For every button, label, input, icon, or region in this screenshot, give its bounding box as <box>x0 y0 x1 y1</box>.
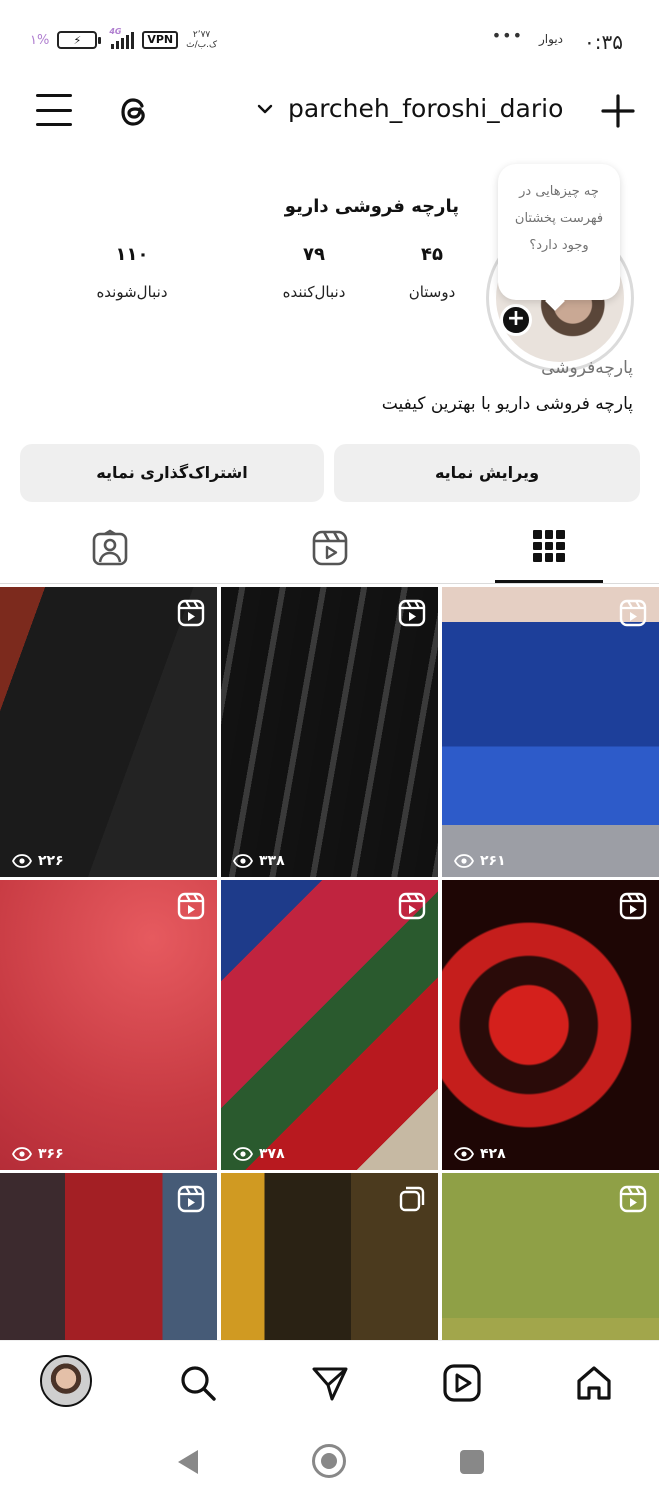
network-label: 4G <box>109 27 122 36</box>
recent-apps-icon[interactable] <box>460 1450 484 1474</box>
account-switcher[interactable]: parcheh_foroshi_dario <box>254 94 563 123</box>
view-count-value: ۲۲۶ <box>38 853 64 869</box>
view-count: ۴۲۸ <box>454 1146 506 1162</box>
plus-icon[interactable] <box>599 92 637 130</box>
post-thumbnail[interactable] <box>0 1173 217 1340</box>
add-story-icon[interactable]: + <box>500 304 532 336</box>
stat-friends[interactable]: ۴۵ دوستان <box>402 244 462 301</box>
hamburger-menu-icon[interactable] <box>36 94 72 126</box>
view-count: ۲۶۱ <box>454 853 506 869</box>
tab-grid[interactable] <box>495 512 603 583</box>
stat-value: ۷۹ <box>303 244 325 265</box>
status-bar: ۱% ⚡ 4G VPN ۲٬۷۷ ک.ب/ث ••• دیوار ۰:۳۵ <box>0 0 659 80</box>
post-thumbnail[interactable] <box>442 1173 659 1340</box>
threads-icon[interactable] <box>114 92 154 132</box>
system-navigation-bar <box>0 1424 659 1500</box>
nav-reels[interactable] <box>438 1359 486 1407</box>
reels-icon <box>312 530 348 566</box>
note-bubble[interactable]: چه چیزهایی در فهرست پخشتان وجود دارد؟ <box>498 164 620 300</box>
home-icon <box>577 1366 611 1400</box>
eye-icon <box>233 854 253 868</box>
post-thumbnail[interactable]: ۴۲۸ <box>442 880 659 1170</box>
notification-app-label: دیوار <box>538 32 563 46</box>
view-count-value: ۳۶۶ <box>38 1146 64 1162</box>
view-count: ۳۶۶ <box>12 1146 64 1162</box>
reels-icon <box>443 1364 481 1402</box>
battery-percent: ۱% <box>30 32 50 48</box>
bottom-nav <box>0 1340 659 1424</box>
post-thumbnail[interactable]: ۳۳۸ <box>221 587 438 877</box>
eye-icon <box>233 1147 253 1161</box>
view-count: ۳۳۸ <box>233 853 285 869</box>
tagged-person-icon <box>92 529 128 566</box>
nav-home[interactable] <box>570 1359 618 1407</box>
post-thumbnail[interactable]: ۳۷۸ <box>221 880 438 1170</box>
status-left: ۱% ⚡ 4G VPN ۲٬۷۷ ک.ب/ث <box>30 27 217 52</box>
reel-badge-icon <box>177 599 205 627</box>
eye-icon <box>12 854 32 868</box>
eye-icon <box>454 854 474 868</box>
stat-label: دنبال‌کننده <box>282 283 346 301</box>
view-count-value: ۴۲۸ <box>480 1146 506 1162</box>
chevron-down-icon <box>257 104 273 113</box>
posts-grid: ۲۲۶ ۳۳۸ ۲۶۱ ۳۶۶ ۳۷۸ ۴۲۸ <box>0 587 659 1340</box>
profile-top-bar: parcheh_foroshi_dario <box>0 80 659 144</box>
carousel-badge-icon <box>399 1186 425 1212</box>
profile-username: parcheh_foroshi_dario <box>288 94 564 123</box>
profile-tabs <box>0 512 659 584</box>
post-thumbnail[interactable]: ۳۶۶ <box>0 880 217 1170</box>
stat-following[interactable]: ۱۱۰ دنبال‌شونده <box>82 244 182 301</box>
post-thumbnail[interactable]: ۲۶۱ <box>442 587 659 877</box>
home-button-icon[interactable] <box>312 1444 346 1478</box>
reel-badge-icon <box>398 892 426 920</box>
share-profile-button[interactable]: اشتراک‌گذاری نمایه <box>20 444 324 502</box>
edit-profile-button[interactable]: ویرایش نمایه <box>334 444 640 502</box>
reel-badge-icon <box>619 599 647 627</box>
stat-value: ۱۱۰ <box>115 244 149 265</box>
tab-tagged[interactable] <box>56 512 164 584</box>
reel-badge-icon <box>177 892 205 920</box>
signal-icon: 4G <box>109 27 135 49</box>
profile-bio: پارچه فروشی داریو با بهترین کیفیت <box>381 394 633 414</box>
reel-badge-icon <box>619 892 647 920</box>
battery-charging-icon: ⚡ <box>57 31 102 49</box>
reel-badge-icon <box>177 1185 205 1213</box>
eye-icon <box>12 1147 32 1161</box>
stat-followers[interactable]: ۷۹ دنبال‌کننده <box>248 244 380 301</box>
more-notifications-icon: ••• <box>491 26 523 45</box>
nav-messages[interactable] <box>306 1359 354 1407</box>
view-count-value: ۳۳۸ <box>259 853 285 869</box>
back-icon[interactable] <box>176 1448 200 1476</box>
vpn-badge: VPN <box>142 31 179 49</box>
view-count-value: ۲۶۱ <box>480 853 506 869</box>
network-speed: ۲٬۷۷ ک.ب/ث <box>186 30 217 50</box>
stat-label: دوستان <box>408 283 456 301</box>
nav-search[interactable] <box>174 1359 222 1407</box>
eye-icon <box>454 1147 474 1161</box>
view-count: ۳۷۸ <box>233 1146 285 1162</box>
view-count: ۲۲۶ <box>12 853 64 869</box>
post-thumbnail[interactable]: ۲۲۶ <box>0 587 217 877</box>
reel-badge-icon <box>619 1185 647 1213</box>
stat-label: دنبال‌شونده <box>96 283 168 301</box>
display-name: پارچه فروشی داریو <box>284 196 459 217</box>
profile-category: پارچه‌فروشی <box>541 358 633 378</box>
view-count-value: ۳۷۸ <box>259 1146 285 1162</box>
tab-reels[interactable] <box>276 512 384 584</box>
clock: ۰:۳۵ <box>584 30 623 54</box>
reel-badge-icon <box>398 599 426 627</box>
speed-unit: ک.ب/ث <box>186 40 218 50</box>
send-icon <box>312 1367 348 1401</box>
search-icon <box>181 1366 216 1401</box>
grid-icon <box>533 530 565 562</box>
profile-avatar-tab[interactable] <box>40 1355 92 1407</box>
post-thumbnail[interactable] <box>221 1173 438 1340</box>
speed-value: ۲٬۷۷ <box>192 30 211 40</box>
stat-value: ۴۵ <box>421 244 443 265</box>
